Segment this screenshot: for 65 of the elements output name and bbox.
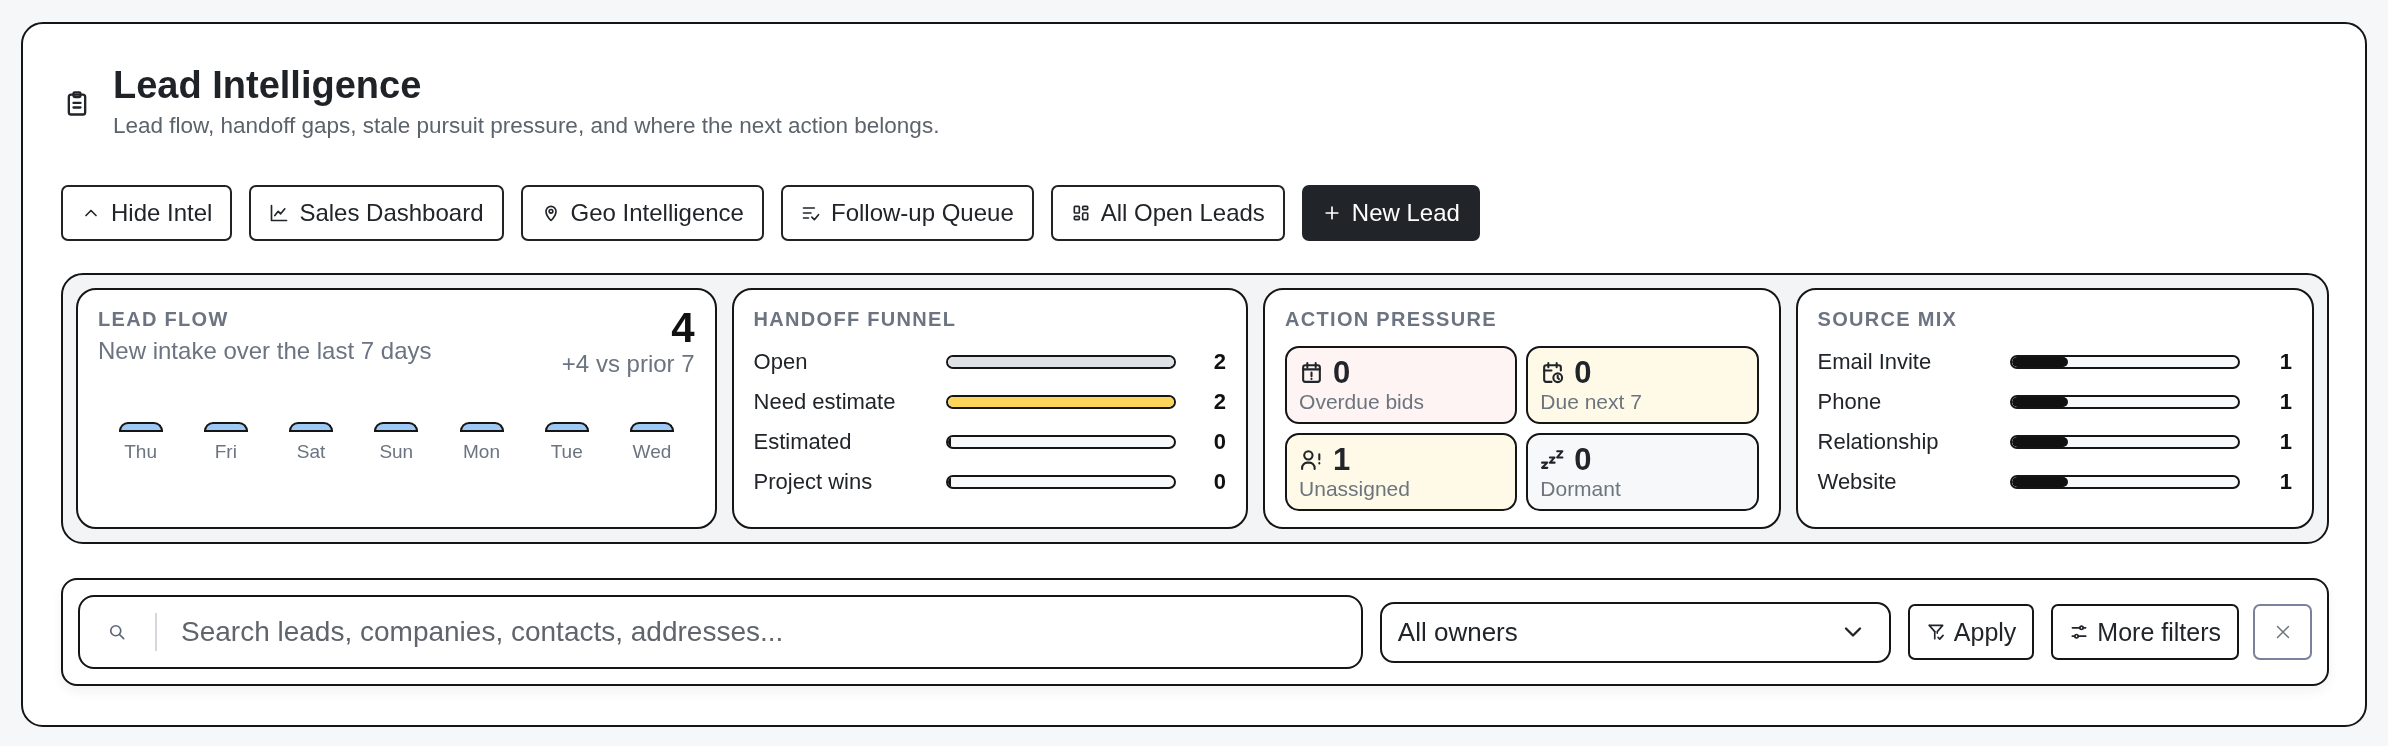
apply-button[interactable]: Apply <box>1907 604 2035 660</box>
day-label: Tue <box>550 441 583 463</box>
tile-label: Dormant <box>1540 475 1621 502</box>
stage-label: Need estimate <box>753 389 896 415</box>
action-tile[interactable]: 0 Due next 7 <box>1526 346 1759 424</box>
card-subtitle: New intake over the last 7 days <box>98 336 432 366</box>
card-title: LEAD FLOW <box>98 307 230 332</box>
stage-label: Open <box>753 349 808 375</box>
intake-bar <box>203 422 248 432</box>
source-count: 1 <box>2279 389 2292 415</box>
source-count: 1 <box>2279 349 2292 375</box>
stage-count: 2 <box>1213 349 1227 375</box>
day-label: Mon <box>463 441 500 463</box>
page-title: Lead Intelligence <box>113 63 423 108</box>
search-field[interactable]: Search leads, companies, contacts, addresses... <box>78 595 1363 669</box>
tile-label: Unassigned <box>1299 475 1410 502</box>
intake-bar <box>629 422 674 432</box>
calendar-clock-icon <box>1540 359 1566 385</box>
action-tile[interactable]: 0 Overdue bids <box>1285 346 1518 424</box>
owner-dropdown[interactable]: All owners <box>1379 601 1891 663</box>
line-chart-icon <box>269 203 290 223</box>
day-label: Sun <box>379 441 414 463</box>
source-label: Email Invite <box>1817 349 1932 375</box>
stage-count: 0 <box>1213 469 1227 495</box>
source-label: Website <box>1817 469 1897 495</box>
stage-label: Project wins <box>753 469 873 495</box>
day-label: Fri <box>214 441 237 463</box>
sales-dashboard-button[interactable]: Sales Dashboard <box>249 185 504 241</box>
clear-filters-button[interactable] <box>2253 604 2312 660</box>
intake-bar <box>459 422 504 432</box>
stage-count: 2 <box>1213 389 1227 415</box>
intake-bar <box>118 422 163 432</box>
search-icon <box>107 622 127 642</box>
action-tile[interactable]: 0 Dormant <box>1526 433 1759 511</box>
tile-count: 0 <box>1333 355 1351 389</box>
source-count: 1 <box>2279 469 2292 495</box>
day-label: Thu <box>124 441 157 463</box>
intake-bar <box>289 422 334 432</box>
tile-count: 0 <box>1574 355 1592 389</box>
page-subtitle: Lead flow, handoff gaps, stale pursuit pressure, and where the next action belongs. <box>113 112 940 140</box>
action-tile[interactable]: 1 Unassigned <box>1285 433 1518 511</box>
hide-intel-button[interactable]: Hide Intel <box>61 185 233 241</box>
card-title: ACTION PRESSURE <box>1285 308 1497 330</box>
day-label: Wed <box>632 441 672 463</box>
card-title: HANDOFF FUNNEL <box>753 308 957 330</box>
day-label: Sat <box>296 441 326 463</box>
tile-label: Due next 7 <box>1540 388 1642 415</box>
follow-up-queue-button[interactable]: Follow-up Queue <box>780 185 1034 241</box>
source-count: 1 <box>2279 429 2292 455</box>
all-open-leads-button[interactable]: All Open Leads <box>1050 185 1285 241</box>
tile-label: Overdue bids <box>1299 388 1424 415</box>
stage-count: 0 <box>1213 429 1227 455</box>
comparison-text: +4 vs prior 7 <box>561 350 695 378</box>
tile-count: 1 <box>1333 442 1351 476</box>
lead-total: 4 <box>671 306 695 350</box>
intake-bar <box>544 422 589 432</box>
card-title: SOURCE MIX <box>1817 308 1958 330</box>
intake-bar <box>374 422 419 432</box>
geo-intelligence-button[interactable]: Geo Intelligence <box>520 185 764 241</box>
new-lead-button[interactable]: New Lead <box>1301 185 1480 241</box>
tile-count: 0 <box>1574 442 1592 476</box>
source-label: Relationship <box>1817 429 1939 455</box>
source-label: Phone <box>1817 389 1882 415</box>
stage-label: Estimated <box>753 429 852 455</box>
more-filters-button[interactable]: More filters <box>2051 604 2239 660</box>
